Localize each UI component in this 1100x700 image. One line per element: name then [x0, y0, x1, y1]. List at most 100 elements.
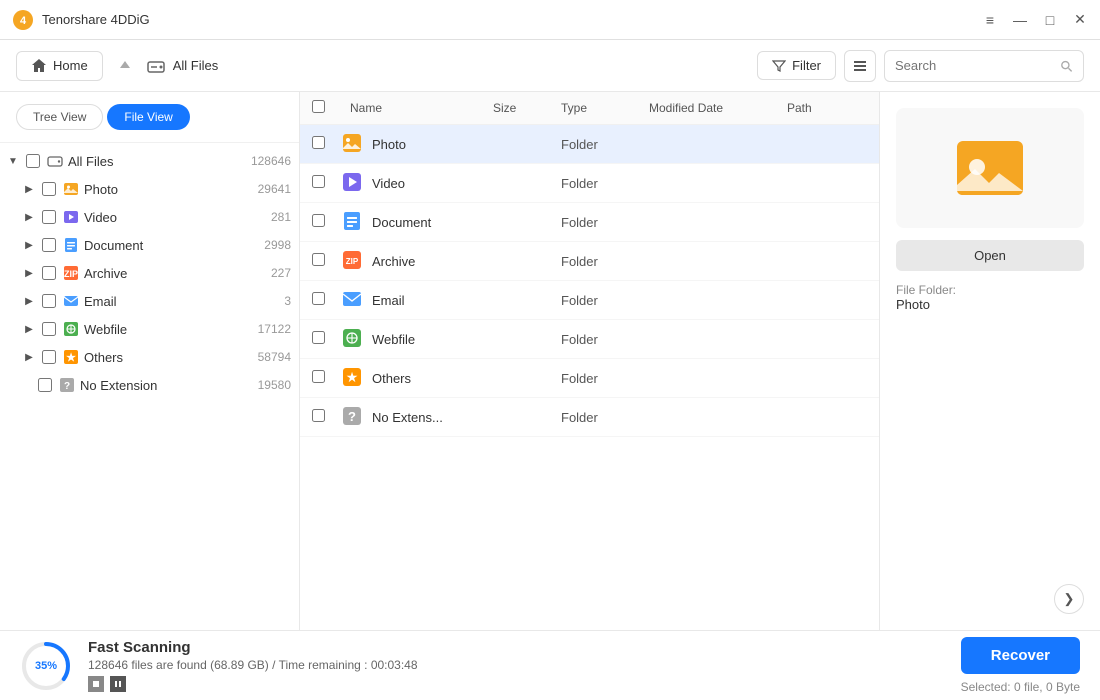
preview-info-block: File Folder: Photo — [896, 283, 1084, 312]
checkbox-webfile[interactable] — [42, 322, 56, 336]
row-type-email: Folder — [561, 293, 641, 308]
row-icon-video — [342, 172, 364, 194]
svg-text:?: ? — [348, 409, 356, 424]
checkbox-noext[interactable] — [38, 378, 52, 392]
sidebar-item-all-files[interactable]: ▼ All Files 128646 — [0, 147, 299, 175]
expand-arrow-document[interactable]: ▶ — [22, 238, 36, 252]
progress-percent: 35% — [35, 660, 57, 672]
table-row[interactable]: ★ Others Folder — [300, 359, 879, 398]
row-checkbox-webfile[interactable] — [312, 331, 325, 344]
home-button[interactable]: Home — [16, 51, 103, 81]
scan-stop-button[interactable] — [88, 676, 104, 692]
sidebar-label-others: Others — [84, 350, 254, 365]
noext-icon-sidebar: ? — [58, 376, 76, 394]
table-row[interactable]: ? No Extens... Folder — [300, 398, 879, 437]
row-name-webfile: Webfile — [372, 332, 485, 347]
sidebar-item-photo[interactable]: ▶ Photo 29641 — [0, 175, 299, 203]
sidebar-count-document: 2998 — [264, 238, 291, 252]
row-checkbox-video[interactable] — [312, 175, 325, 188]
checkbox-video[interactable] — [42, 210, 56, 224]
col-header-type: Type — [561, 101, 641, 115]
titlebar: 4 Tenorshare 4DDiG ≡ — □ ✕ — [0, 0, 1100, 40]
expand-arrow-video[interactable]: ▶ — [22, 210, 36, 224]
document-icon-sidebar — [62, 236, 80, 254]
titlebar-controls: ≡ — □ ✕ — [982, 12, 1088, 28]
breadcrumb: All Files — [173, 58, 219, 73]
row-type-webfile: Folder — [561, 332, 641, 347]
row-name-noext: No Extens... — [372, 410, 485, 425]
row-checkbox-archive[interactable] — [312, 253, 325, 266]
expand-arrow-archive[interactable]: ▶ — [22, 266, 36, 280]
svg-text:★: ★ — [346, 369, 359, 385]
expand-arrow-all-files[interactable]: ▼ — [6, 154, 20, 168]
sidebar-item-archive[interactable]: ▶ ZIP Archive 227 — [0, 259, 299, 287]
expand-arrow-webfile[interactable]: ▶ — [22, 322, 36, 336]
home-label: Home — [53, 58, 88, 73]
sidebar-count-others: 58794 — [258, 350, 291, 364]
file-table-header: Name Size Type Modified Date Path — [300, 92, 879, 125]
nav-up-button[interactable] — [111, 52, 139, 80]
table-row[interactable]: Webfile Folder — [300, 320, 879, 359]
checkbox-document[interactable] — [42, 238, 56, 252]
checkbox-photo[interactable] — [42, 182, 56, 196]
tree-view-button[interactable]: Tree View — [16, 104, 103, 130]
row-name-video: Video — [372, 176, 485, 191]
table-row[interactable]: Video Folder — [300, 164, 879, 203]
row-checkbox-document[interactable] — [312, 214, 325, 227]
minimize-button[interactable]: — — [1012, 12, 1028, 28]
sidebar-item-webfile[interactable]: ▶ Webfile 17122 — [0, 315, 299, 343]
svg-text:ZIP: ZIP — [346, 257, 359, 266]
col-header-date: Modified Date — [649, 101, 779, 115]
scan-controls — [88, 676, 945, 692]
row-type-noext: Folder — [561, 410, 641, 425]
file-view-button[interactable]: File View — [107, 104, 189, 130]
row-icon-archive: ZIP — [342, 250, 364, 272]
checkbox-email[interactable] — [42, 294, 56, 308]
select-all-checkbox[interactable] — [312, 100, 325, 113]
sidebar-item-document[interactable]: ▶ Document 2998 — [0, 231, 299, 259]
app-logo: 4 — [12, 9, 34, 31]
table-row[interactable]: Photo Folder — [300, 125, 879, 164]
video-icon-sidebar — [62, 208, 80, 226]
view-toggle: Tree View File View — [0, 92, 299, 143]
row-name-archive: Archive — [372, 254, 485, 269]
checkbox-all-files[interactable] — [26, 154, 40, 168]
expand-arrow-photo[interactable]: ▶ — [22, 182, 36, 196]
sidebar-count-archive: 227 — [271, 266, 291, 280]
sidebar-item-others[interactable]: ▶ ★ Others 58794 — [0, 343, 299, 371]
close-button[interactable]: ✕ — [1072, 12, 1088, 28]
sidebar-item-email[interactable]: ▶ Email 3 — [0, 287, 299, 315]
row-icon-noext: ? — [342, 406, 364, 428]
preview-next-button[interactable]: ❯ — [1054, 584, 1084, 614]
row-checkbox-email[interactable] — [312, 292, 325, 305]
row-name-others: Others — [372, 371, 485, 386]
scan-pause-button[interactable] — [110, 676, 126, 692]
expand-arrow-email[interactable]: ▶ — [22, 294, 36, 308]
main-area: Tree View File View ▼ All Files 128646 ▶ — [0, 92, 1100, 630]
row-icon-webfile — [342, 328, 364, 350]
list-view-button[interactable] — [844, 50, 876, 82]
row-checkbox-noext[interactable] — [312, 409, 325, 422]
checkbox-archive[interactable] — [42, 266, 56, 280]
checkbox-others[interactable] — [42, 350, 56, 364]
sidebar-item-video[interactable]: ▶ Video 281 — [0, 203, 299, 231]
table-row[interactable]: Email Folder — [300, 281, 879, 320]
email-icon-sidebar — [62, 292, 80, 310]
table-row[interactable]: Document Folder — [300, 203, 879, 242]
sidebar-item-noext[interactable]: ? No Extension 19580 — [0, 371, 299, 399]
row-type-document: Folder — [561, 215, 641, 230]
open-button[interactable]: Open — [896, 240, 1084, 271]
row-type-archive: Folder — [561, 254, 641, 269]
table-row[interactable]: ZIP Archive Folder — [300, 242, 879, 281]
preview-file-icon — [955, 133, 1025, 203]
maximize-button[interactable]: □ — [1042, 12, 1058, 28]
expand-arrow-others[interactable]: ▶ — [22, 350, 36, 364]
row-checkbox-others[interactable] — [312, 370, 325, 383]
tree-list: ▼ All Files 128646 ▶ — [0, 143, 299, 630]
filter-button[interactable]: Filter — [757, 51, 836, 80]
menu-button[interactable]: ≡ — [982, 12, 998, 28]
recover-button[interactable]: Recover — [961, 637, 1080, 674]
hdd-icon-sidebar — [46, 152, 64, 170]
row-checkbox-photo[interactable] — [312, 136, 325, 149]
search-input[interactable] — [895, 58, 1054, 73]
